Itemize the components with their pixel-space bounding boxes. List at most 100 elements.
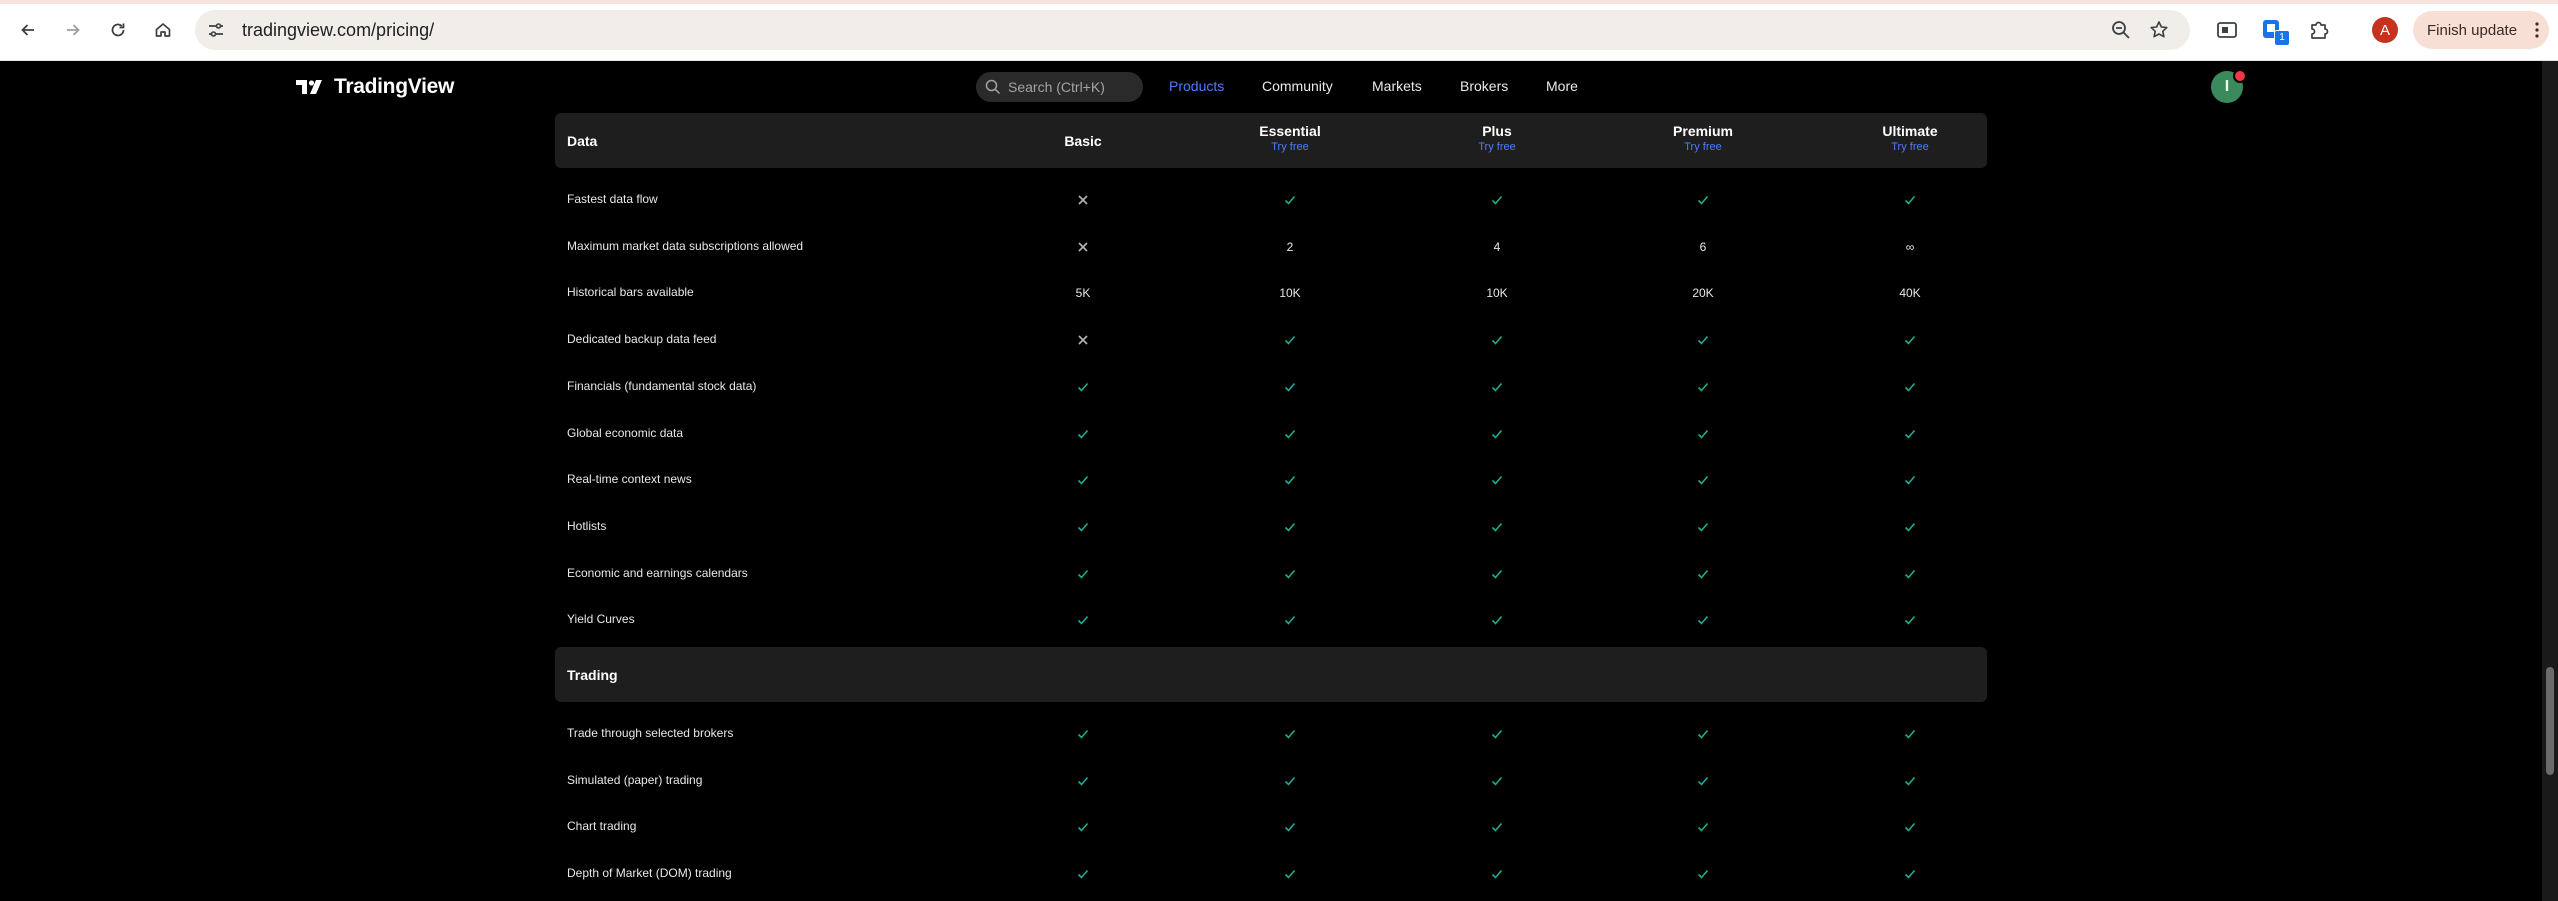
- table-row: Economic and earnings calendars: [555, 551, 1987, 597]
- feature-label[interactable]: Maximum market data subscriptions allowe…: [567, 239, 803, 253]
- nav-more[interactable]: More: [1546, 78, 1578, 94]
- tradingview-logo[interactable]: TradingView: [296, 75, 454, 99]
- plan-cell-essential: [1250, 610, 1330, 630]
- more-vert-icon: [2535, 22, 2539, 38]
- try-free-link[interactable]: Try free: [1850, 141, 1970, 153]
- try-free-link[interactable]: Try free: [1437, 141, 1557, 153]
- feature-label[interactable]: Historical bars available: [567, 285, 694, 299]
- plan-header-premium: Premium Try free: [1643, 123, 1763, 153]
- feature-label[interactable]: Fastest data flow: [567, 192, 658, 206]
- extension-badge-button[interactable]: 1: [2260, 17, 2290, 46]
- feature-label[interactable]: Trade through selected brokers: [567, 726, 733, 740]
- feature-label[interactable]: Simulated (paper) trading: [567, 773, 702, 787]
- table-row: Chart trading: [555, 804, 1987, 850]
- check-icon: [1697, 870, 1709, 879]
- nav-brokers[interactable]: Brokers: [1460, 78, 1508, 94]
- check-icon: [1697, 476, 1709, 485]
- url-text[interactable]: tradingview.com/pricing/: [242, 20, 434, 41]
- plan-cell-premium: [1663, 330, 1743, 350]
- table-row: Global economic data: [555, 411, 1987, 457]
- back-button[interactable]: [14, 16, 42, 44]
- check-icon: [1904, 729, 1916, 739]
- tab-strip-edge: [0, 0, 2558, 4]
- home-button[interactable]: [149, 16, 177, 44]
- plan-cell-plus: [1457, 424, 1537, 444]
- check-icon: [1284, 429, 1296, 439]
- nav-community[interactable]: Community: [1262, 78, 1333, 94]
- plan-cell-basic: 5K: [1075, 286, 1091, 301]
- scrollbar-thumb[interactable]: [2546, 667, 2554, 775]
- browser-toolbar: tradingview.com/pricing/ 1 A Finish upda…: [0, 0, 2558, 61]
- plan-cell-basic: [1043, 817, 1123, 837]
- plan-cell-plus: 10K: [1486, 286, 1508, 301]
- plan-header-essential: Essential Try free: [1230, 123, 1350, 153]
- zoom-icon[interactable]: [2110, 19, 2132, 41]
- check-icon: [1697, 522, 1709, 532]
- site-info-icon[interactable]: [205, 19, 227, 41]
- extension-icon[interactable]: [2214, 17, 2240, 43]
- plan-cell-plus: [1457, 771, 1537, 791]
- plan-cell-basic: [1043, 424, 1123, 444]
- table-row: Historical bars available 5K 10K 10K 20K 40K: [555, 270, 1987, 316]
- finish-update-label: Finish update: [2427, 21, 2518, 39]
- check-icon: [1491, 476, 1503, 485]
- search-input[interactable]: Search (Ctrl+K): [976, 72, 1143, 102]
- feature-label[interactable]: Economic and earnings calendars: [567, 566, 748, 580]
- finish-update-button[interactable]: Finish update: [2413, 11, 2549, 49]
- try-free-link[interactable]: Try free: [1643, 141, 1763, 153]
- check-icon: [1491, 195, 1503, 205]
- plan-cell-basic: [1043, 864, 1123, 884]
- check-icon: [1284, 870, 1296, 879]
- feature-label[interactable]: Chart trading: [567, 819, 636, 833]
- address-bar[interactable]: tradingview.com/pricing/: [195, 10, 2190, 50]
- forward-button[interactable]: [59, 16, 87, 44]
- plan-cell-premium: [1663, 771, 1743, 791]
- check-icon: [1077, 616, 1089, 625]
- plan-cell-premium: [1663, 724, 1743, 744]
- feature-label[interactable]: Financials (fundamental stock data): [567, 379, 756, 393]
- check-icon: [1491, 870, 1503, 879]
- check-icon: [1697, 195, 1709, 205]
- check-icon: [1491, 729, 1503, 739]
- table-row: Fastest data flow: [555, 177, 1987, 223]
- profile-avatar[interactable]: A: [2372, 17, 2398, 43]
- page-scrollbar[interactable]: [2542, 61, 2558, 901]
- plan-cell-premium: [1663, 377, 1743, 397]
- search-placeholder: Search (Ctrl+K): [1008, 79, 1105, 95]
- check-icon: [1284, 569, 1296, 579]
- plan-cell-basic: [1043, 771, 1123, 791]
- section-title: Trading: [567, 667, 618, 683]
- check-icon: [1697, 382, 1709, 392]
- check-icon: [1491, 429, 1503, 439]
- plan-cell-basic: [1043, 190, 1123, 210]
- plan-name: Plus: [1482, 123, 1512, 139]
- check-icon: [1077, 476, 1089, 485]
- nav-markets[interactable]: Markets: [1372, 78, 1422, 94]
- plan-cell-premium: [1663, 610, 1743, 630]
- plan-cell-essential: [1250, 817, 1330, 837]
- plan-cell-essential: [1250, 771, 1330, 791]
- plan-cell-premium: [1663, 564, 1743, 584]
- section-header: Data Basic Essential Try free Plus Try free Pr…: [555, 113, 1987, 168]
- check-icon: [1697, 823, 1709, 833]
- plan-cell-ultimate: [1870, 330, 1950, 350]
- reload-button[interactable]: [104, 16, 132, 44]
- check-icon: [1284, 382, 1296, 392]
- puzzle-icon[interactable]: [2306, 17, 2332, 43]
- feature-label[interactable]: Dedicated backup data feed: [567, 332, 716, 346]
- feature-label[interactable]: Depth of Market (DOM) trading: [567, 866, 732, 880]
- tradingview-logo-icon: [296, 80, 322, 94]
- bookmark-star-icon[interactable]: [2148, 19, 2170, 41]
- plan-cell-plus: [1457, 864, 1537, 884]
- nav-products[interactable]: Products: [1169, 78, 1224, 94]
- plan-cell-plus: [1457, 610, 1537, 630]
- feature-label[interactable]: Real-time context news: [567, 472, 692, 486]
- plan-cell-basic: [1043, 517, 1123, 537]
- try-free-link[interactable]: Try free: [1230, 141, 1350, 153]
- feature-label[interactable]: Yield Curves: [567, 612, 635, 626]
- plan-cell-basic: [1043, 724, 1123, 744]
- feature-label[interactable]: Global economic data: [567, 426, 683, 440]
- plan-name: Essential: [1259, 123, 1321, 139]
- check-icon: [1077, 776, 1089, 786]
- feature-label[interactable]: Hotlists: [567, 519, 606, 533]
